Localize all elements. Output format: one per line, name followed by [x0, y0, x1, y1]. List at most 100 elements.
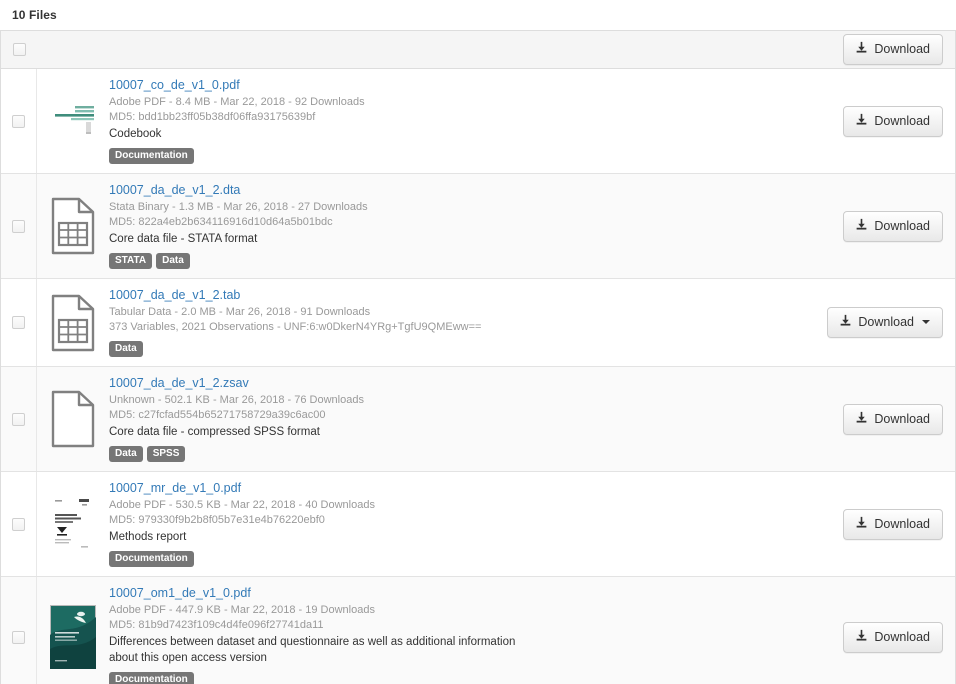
- file-thumbnail-cell: [37, 174, 109, 278]
- row-checkbox[interactable]: [12, 412, 25, 426]
- file-meta: Tabular Data - 2.0 MB - Mar 26, 2018 - 9…: [109, 306, 371, 318]
- file-description: Core data file - STATA format: [109, 233, 258, 245]
- file-tags: Documentation: [109, 671, 785, 684]
- tag-badge[interactable]: Data: [109, 340, 143, 357]
- file-thumbnail-cell: [37, 472, 109, 576]
- file-info-cell: 10007_da_de_v1_2.dta Stata Binary - 1.3 M…: [109, 174, 795, 278]
- download-icon: [855, 411, 868, 427]
- file-info-cell: 10007_om1_de_v1_0.pdf Adobe PDF - 447.9 K…: [109, 577, 795, 684]
- table-row: 10007_da_de_v1_2.zsav Unknown - 502.1 KB …: [1, 367, 955, 472]
- file-name-link[interactable]: 10007_mr_de_v1_0.pdf: [109, 480, 785, 497]
- file-tags: Data: [109, 340, 785, 358]
- download-icon: [855, 516, 868, 532]
- download-icon: [855, 629, 868, 645]
- row-checkbox[interactable]: [12, 316, 25, 329]
- tag-badge[interactable]: SPSS: [146, 445, 186, 462]
- header-action-cell: Download: [843, 34, 955, 65]
- file-download-label: Download: [874, 516, 930, 531]
- chevron-down-icon[interactable]: [922, 320, 930, 324]
- row-checkbox[interactable]: [12, 219, 25, 233]
- file-download-label: Download: [874, 411, 930, 426]
- tag-badge[interactable]: Data: [109, 445, 143, 462]
- row-select-cell: [1, 279, 37, 366]
- download-icon: [855, 113, 868, 129]
- files-table-header: Download: [1, 31, 955, 69]
- download-all-label: Download: [874, 42, 930, 56]
- row-checkbox[interactable]: [12, 517, 25, 531]
- tabular-file-icon: [50, 197, 96, 255]
- file-detail: MD5: c27fcfad554b65271758729a39c6ac00: [109, 409, 326, 421]
- file-download-button[interactable]: Download: [843, 508, 943, 540]
- file-detail: MD5: 979330f9b2b8f05b7e31e4b76220ebf0: [109, 514, 325, 526]
- file-download-button[interactable]: Download: [843, 621, 943, 653]
- file-meta: Unknown - 502.1 KB - Mar 26, 2018 - 76 D…: [109, 394, 364, 406]
- file-description: Methods report: [109, 531, 187, 543]
- download-all-button[interactable]: Download: [843, 34, 943, 65]
- table-row: 10007_co_de_v1_0.pdf Adobe PDF - 8.4 MB -…: [1, 69, 955, 174]
- file-name-link[interactable]: 10007_da_de_v1_2.tab: [109, 287, 785, 304]
- download-icon: [855, 41, 868, 57]
- table-row: 10007_da_de_v1_2.dta Stata Binary - 1.3 M…: [1, 174, 955, 279]
- file-meta: Adobe PDF - 530.5 KB - Mar 22, 2018 - 40…: [109, 499, 375, 511]
- file-detail: MD5: bdd1bb23ff05b38df06ffa93175639bf: [109, 111, 316, 123]
- file-tags: Documentation: [109, 147, 785, 165]
- row-select-cell: [1, 577, 37, 684]
- row-checkbox[interactable]: [12, 630, 25, 644]
- row-checkbox[interactable]: [12, 114, 25, 128]
- file-meta: Adobe PDF - 8.4 MB - Mar 22, 2018 - 92 D…: [109, 96, 365, 108]
- file-description: Core data file - compressed SPSS format: [109, 426, 320, 438]
- file-download-button[interactable]: Download: [843, 403, 943, 435]
- file-info-cell: 10007_da_de_v1_2.zsav Unknown - 502.1 KB …: [109, 367, 795, 471]
- file-description: Codebook: [109, 128, 162, 140]
- file-download-button[interactable]: Download: [843, 210, 943, 242]
- file-thumbnail-cell: [37, 279, 109, 366]
- file-info-cell: 10007_da_de_v1_2.tab Tabular Data - 2.0 M…: [109, 279, 795, 366]
- tag-badge[interactable]: Documentation: [109, 671, 194, 684]
- table-row: 10007_om1_de_v1_0.pdf Adobe PDF - 447.9 K…: [1, 577, 955, 684]
- file-action-cell: Download: [795, 174, 955, 278]
- blank-file-icon: [50, 390, 96, 448]
- file-name-link[interactable]: 10007_co_de_v1_0.pdf: [109, 77, 785, 94]
- select-all-checkbox[interactable]: [12, 43, 26, 56]
- files-panel: 10 Files Download 10007_co_de_v1_0.pdf A…: [0, 0, 956, 684]
- file-action-cell: Download: [795, 69, 955, 173]
- file-download-button[interactable]: Download: [843, 105, 943, 137]
- table-row: 10007_mr_de_v1_0.pdf Adobe PDF - 530.5 KB…: [1, 472, 955, 577]
- select-all-cell: [1, 31, 37, 68]
- file-tags: STATA Data: [109, 252, 785, 270]
- tabular-file-icon: [50, 294, 96, 352]
- file-action-cell: Download: [795, 279, 955, 366]
- file-name-link[interactable]: 10007_da_de_v1_2.zsav: [109, 375, 785, 392]
- file-info-cell: 10007_co_de_v1_0.pdf Adobe PDF - 8.4 MB -…: [109, 69, 795, 173]
- tag-badge[interactable]: Documentation: [109, 550, 194, 567]
- file-action-cell: Download: [795, 577, 955, 684]
- file-detail: MD5: 81b9d7423f109c4d4fe096f27741da11: [109, 619, 324, 631]
- row-select-cell: [1, 174, 37, 278]
- tag-badge[interactable]: Data: [156, 252, 190, 269]
- tag-badge[interactable]: Documentation: [109, 147, 194, 164]
- file-name-link[interactable]: 10007_om1_de_v1_0.pdf: [109, 585, 785, 602]
- table-row: 10007_da_de_v1_2.tab Tabular Data - 2.0 M…: [1, 279, 955, 367]
- file-thumbnail-cell: [37, 367, 109, 471]
- file-tags: Data SPSS: [109, 445, 785, 463]
- pdf-cover-teal-thumbnail: [50, 605, 96, 669]
- file-action-cell: Download: [795, 367, 955, 471]
- file-meta: Adobe PDF - 447.9 KB - Mar 22, 2018 - 19…: [109, 604, 375, 616]
- tag-badge[interactable]: STATA: [109, 252, 153, 269]
- row-select-cell: [1, 69, 37, 173]
- file-download-button[interactable]: Download: [827, 307, 943, 338]
- row-select-cell: [1, 367, 37, 471]
- files-list: 10007_co_de_v1_0.pdf Adobe PDF - 8.4 MB -…: [1, 69, 955, 684]
- file-action-cell: Download: [795, 472, 955, 576]
- file-tags: Documentation: [109, 550, 785, 568]
- file-download-label: Download: [874, 113, 930, 128]
- file-meta: Stata Binary - 1.3 MB - Mar 26, 2018 - 2…: [109, 201, 368, 213]
- page-title: 10 Files: [12, 8, 57, 22]
- file-description: Differences between dataset and question…: [109, 636, 516, 664]
- file-thumbnail-cell: [37, 577, 109, 684]
- file-detail: MD5: 822a4eb2b634116916d10d64a5b01bdc: [109, 216, 333, 228]
- file-download-label: Download: [874, 629, 930, 644]
- file-download-label: Download: [874, 218, 930, 233]
- files-table: Download 10007_co_de_v1_0.pdf Adobe PDF -…: [0, 30, 956, 684]
- file-name-link[interactable]: 10007_da_de_v1_2.dta: [109, 182, 785, 199]
